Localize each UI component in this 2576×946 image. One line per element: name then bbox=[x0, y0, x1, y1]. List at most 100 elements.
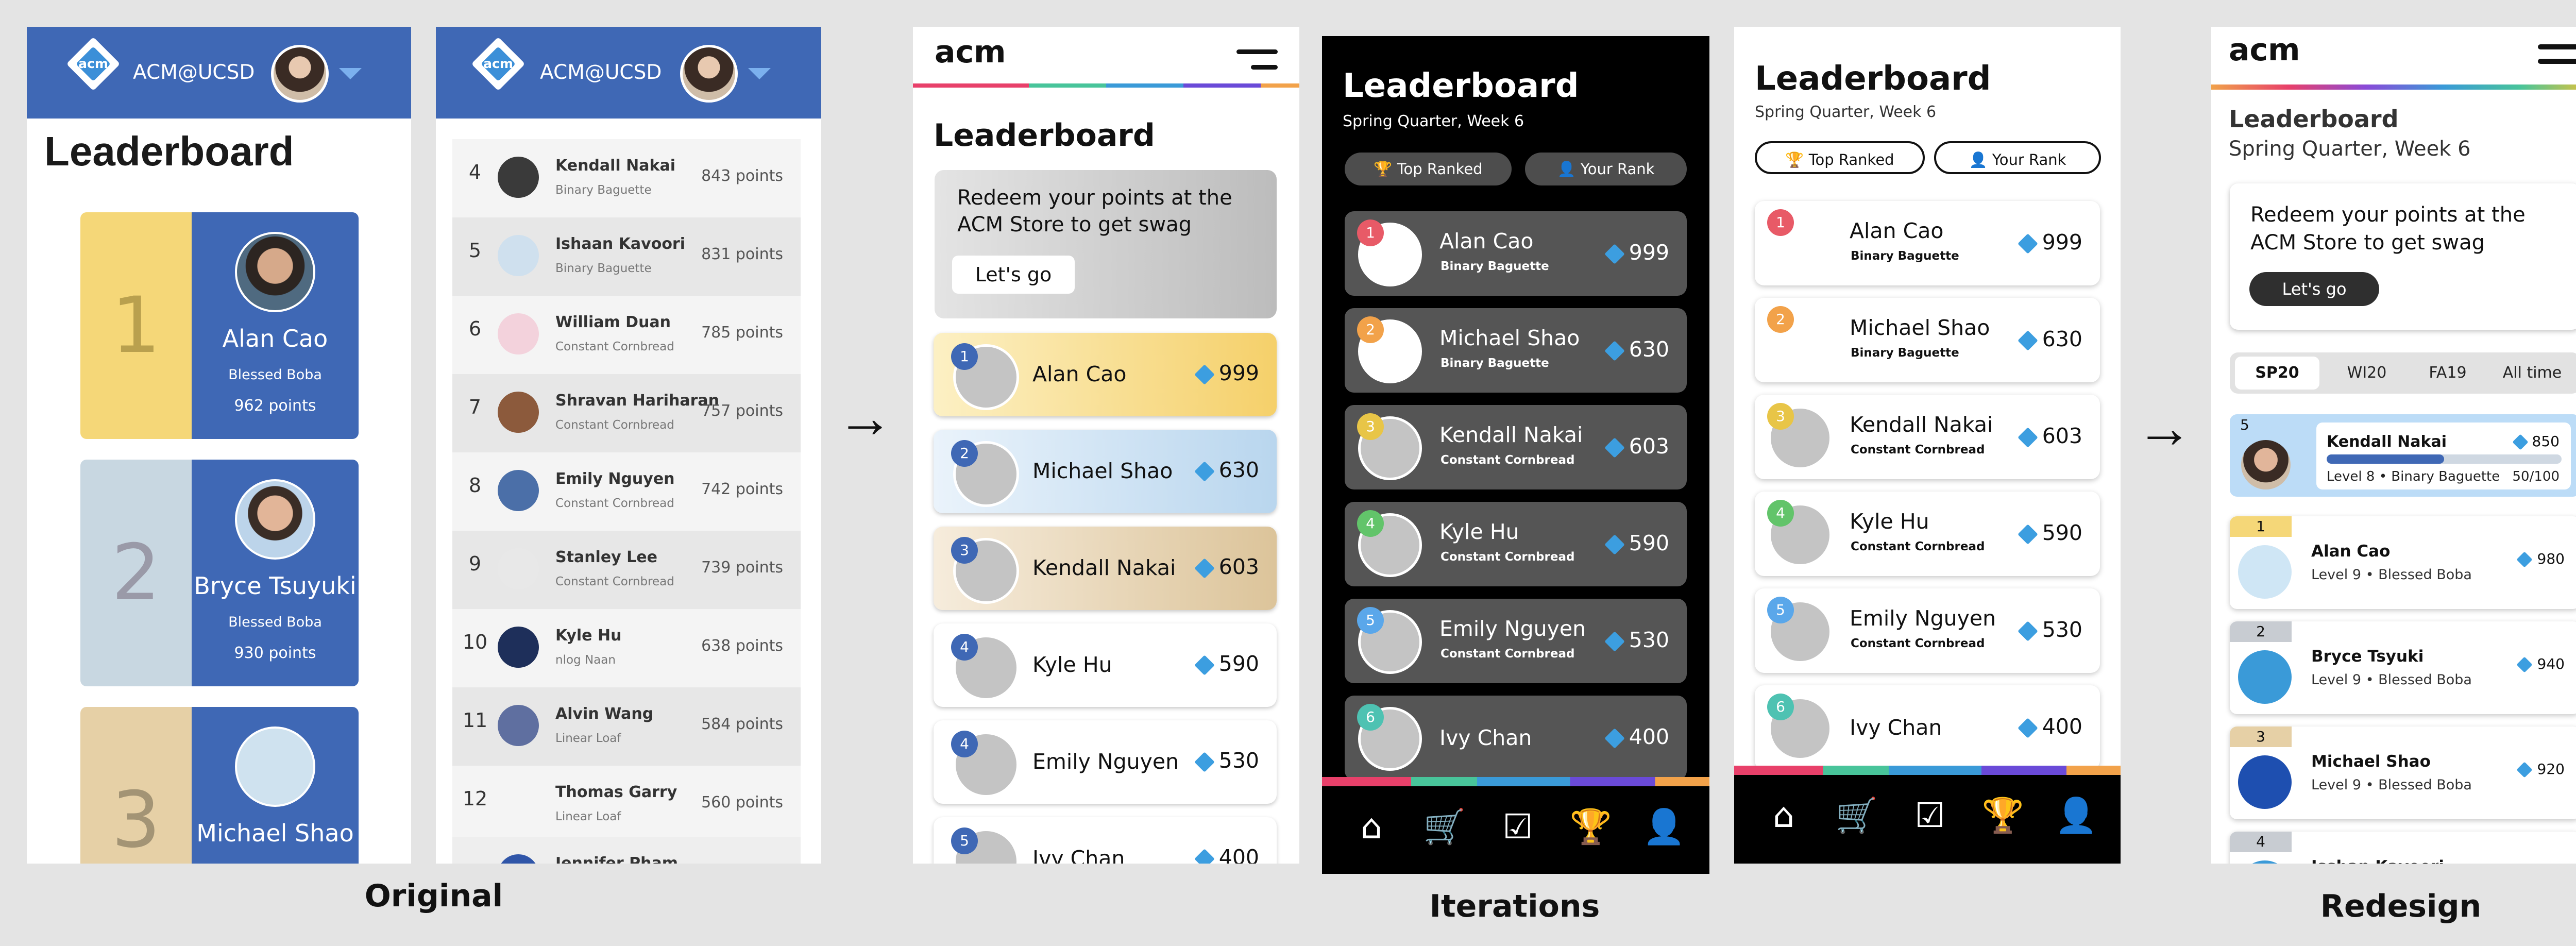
avatar bbox=[235, 232, 315, 312]
color-stripe bbox=[913, 83, 1299, 88]
score: 999 bbox=[2017, 230, 2082, 255]
menu-icon[interactable] bbox=[1236, 49, 1278, 74]
leaderboard-card[interactable]: 2 Michael Shao 630 bbox=[934, 430, 1277, 513]
leaderboard-card[interactable]: 3 Kendall Nakai Constant Cornbread 603 bbox=[1755, 395, 2100, 479]
leaderboard-card[interactable]: 2 Bryce Tsyuki Level 9 • Blessed Boba 940 bbox=[2230, 621, 2576, 714]
rank-number: 8 bbox=[468, 474, 482, 497]
leaderboard-card[interactable]: 5 Emily Nguyen Constant Cornbread 530 bbox=[1345, 599, 1687, 683]
person-icon[interactable]: 👤 bbox=[1638, 807, 1690, 847]
player-name: Alvin Wang bbox=[555, 705, 654, 723]
points: 962 points bbox=[234, 397, 316, 415]
rank-tag: 4 bbox=[2230, 832, 2292, 852]
tab-wi20[interactable]: WI20 bbox=[2325, 357, 2409, 390]
lets-go-button[interactable]: Let's go bbox=[2249, 272, 2379, 306]
profile-avatar[interactable] bbox=[680, 45, 738, 103]
trophy-icon: 🏆 bbox=[1374, 160, 1393, 178]
redesign-screen: acm Leaderboard Spring Quarter, Week 6 R… bbox=[2211, 27, 2576, 864]
tab-your-rank[interactable]: 👤 Your Rank bbox=[1934, 141, 2101, 174]
score: 603 bbox=[1194, 554, 1259, 579]
leaderboard-card[interactable]: 1 Alan Cao Level 9 • Blessed Boba 980 bbox=[2230, 516, 2576, 609]
leaderboard-card[interactable]: 1 Alan Cao Binary Baguette 999 bbox=[1345, 211, 1687, 296]
tab-sp20[interactable]: SP20 bbox=[2235, 357, 2319, 390]
trophy-icon[interactable]: 🏆 bbox=[1977, 796, 2029, 836]
leaderboard-card[interactable]: 6 Ivy Chan 400 bbox=[1755, 685, 2100, 770]
gem-icon bbox=[2516, 656, 2533, 673]
leaderboard-card[interactable]: 3 Kendall Nakai 603 bbox=[934, 527, 1277, 610]
table-row[interactable]: 8 Emily Nguyen Constant Cornbread 742 point… bbox=[452, 452, 801, 531]
tab-top-ranked[interactable]: 🏆 Top Ranked bbox=[1755, 141, 1925, 174]
dropdown-caret-icon[interactable] bbox=[339, 68, 362, 79]
lets-go-button[interactable]: Let's go bbox=[952, 256, 1075, 294]
score-value: 530 bbox=[1218, 748, 1259, 773]
table-row[interactable]: Jennifer Pham bbox=[452, 837, 801, 864]
original-top-screen: acm ACM@UCSD Leaderboard 1 Alan Cao Bles… bbox=[27, 27, 411, 864]
page-title: Leaderboard bbox=[2229, 105, 2399, 133]
profile-avatar[interactable] bbox=[271, 45, 329, 103]
table-row[interactable]: 4 Kendall Nakai Binary Baguette 843 points bbox=[452, 139, 801, 217]
leaderboard-card[interactable]: 4 Kyle Hu Constant Cornbread 590 bbox=[1345, 502, 1687, 586]
rank-card-2[interactable]: 2 Bryce Tsuyuki Blessed Boba 930 points bbox=[80, 460, 359, 686]
rank-badge: 4 bbox=[1767, 500, 1794, 527]
avatar bbox=[235, 727, 315, 807]
leaderboard-card[interactable]: 4 Isshan Kavoori bbox=[2230, 832, 2576, 864]
player-name: Kyle Hu bbox=[1850, 509, 1929, 534]
leaderboard-card[interactable]: 3 Kendall Nakai Constant Cornbread 603 bbox=[1345, 405, 1687, 489]
leaderboard-card[interactable]: 1 Alan Cao 999 bbox=[934, 333, 1277, 416]
rank-tag: 5 bbox=[2240, 416, 2249, 433]
tab-all-time[interactable]: All time bbox=[2487, 357, 2576, 390]
leaderboard-card[interactable]: 3 Michael Shao Level 9 • Blessed Boba 920 bbox=[2230, 727, 2576, 819]
leaderboard-card[interactable]: 2 Michael Shao Binary Baguette 630 bbox=[1755, 298, 2100, 382]
table-row[interactable]: 5 Ishaan Kavoori Binary Baguette 831 points bbox=[452, 217, 801, 296]
team-name: Constant Cornbread bbox=[555, 418, 674, 432]
leaderboard-card[interactable]: 5 Ivy Chan 400 bbox=[934, 817, 1277, 864]
table-row[interactable]: 10 Kyle Hu nlog Naan 638 points bbox=[452, 609, 801, 687]
score-value: 530 bbox=[1629, 628, 1669, 652]
rank-tag: 2 bbox=[2230, 621, 2292, 642]
player-name: Ivy Chan bbox=[1032, 846, 1125, 864]
rank-card-1[interactable]: 1 Alan Cao Blessed Boba 962 points bbox=[80, 212, 359, 439]
table-row[interactable]: 11 Alvin Wang Linear Loaf 584 points bbox=[452, 687, 801, 766]
score-value: 980 bbox=[2537, 550, 2565, 567]
score-value: 999 bbox=[1629, 240, 1669, 265]
team-name: Blessed Boba bbox=[228, 614, 322, 630]
home-icon[interactable]: ⌂ bbox=[1346, 807, 1397, 847]
menu-icon[interactable] bbox=[2538, 44, 2576, 70]
table-row[interactable]: 12 Thomas Garry Linear Loaf 560 points bbox=[452, 766, 801, 844]
trophy-icon[interactable]: 🏆 bbox=[1565, 807, 1617, 847]
table-row[interactable]: 6 William Duan Constant Cornbread 785 point… bbox=[452, 296, 801, 374]
leaderboard-card[interactable]: 1 Alan Cao Binary Baguette 999 bbox=[1755, 201, 2100, 285]
cart-icon[interactable]: 🛒 bbox=[1831, 796, 1883, 836]
leaderboard-card[interactable]: 6 Ivy Chan 400 bbox=[1345, 696, 1687, 780]
gem-icon bbox=[1604, 631, 1625, 652]
caption-redesign: Redesign bbox=[2320, 888, 2482, 924]
my-rank-card[interactable]: 5 Kendall Nakai 850 Level 8 • Binary Bag… bbox=[2230, 414, 2576, 497]
cart-icon[interactable]: 🛒 bbox=[1419, 807, 1470, 847]
promo-text: Redeem your points at the ACM Store to g… bbox=[957, 186, 1232, 236]
person-icon[interactable]: 👤 bbox=[2050, 796, 2102, 836]
dropdown-caret-icon[interactable] bbox=[748, 68, 771, 79]
checkbox-icon[interactable]: ☑ bbox=[1492, 807, 1544, 847]
checkbox-icon[interactable]: ☑ bbox=[1904, 796, 1956, 835]
leaderboard-card[interactable]: 4 Kyle Hu 590 bbox=[934, 623, 1277, 707]
team-name: Constant Cornbread bbox=[555, 575, 674, 588]
rank-number: 10 bbox=[462, 631, 488, 653]
tab-top-ranked[interactable]: 🏆 Top Ranked bbox=[1345, 153, 1512, 185]
tab-fa19[interactable]: FA19 bbox=[2409, 357, 2486, 390]
rank-number: 11 bbox=[462, 709, 488, 732]
leaderboard-card[interactable]: 4 Emily Nguyen 530 bbox=[934, 720, 1277, 804]
leaderboard-card[interactable]: 4 Kyle Hu Constant Cornbread 590 bbox=[1755, 492, 2100, 576]
rank-card-3[interactable]: 3 Michael Shao bbox=[80, 707, 359, 864]
tab-your-rank[interactable]: 👤 Your Rank bbox=[1525, 153, 1687, 185]
score: 400 bbox=[2017, 714, 2082, 739]
table-row[interactable]: 9 Stanley Lee Constant Cornbread 739 points bbox=[452, 531, 801, 609]
avatar bbox=[498, 705, 539, 746]
avatar bbox=[498, 470, 539, 511]
score: 630 bbox=[1194, 458, 1259, 482]
home-icon[interactable]: ⌂ bbox=[1758, 796, 1809, 835]
score: 530 bbox=[1604, 628, 1669, 652]
rank-badge: 2 bbox=[951, 440, 978, 467]
rank-badge: 5 bbox=[1357, 607, 1384, 634]
table-row[interactable]: 7 Shravan Hariharan Constant Cornbread 757 … bbox=[452, 374, 801, 452]
leaderboard-card[interactable]: 5 Emily Nguyen Constant Cornbread 530 bbox=[1755, 588, 2100, 673]
leaderboard-card[interactable]: 2 Michael Shao Binary Baguette 630 bbox=[1345, 308, 1687, 393]
